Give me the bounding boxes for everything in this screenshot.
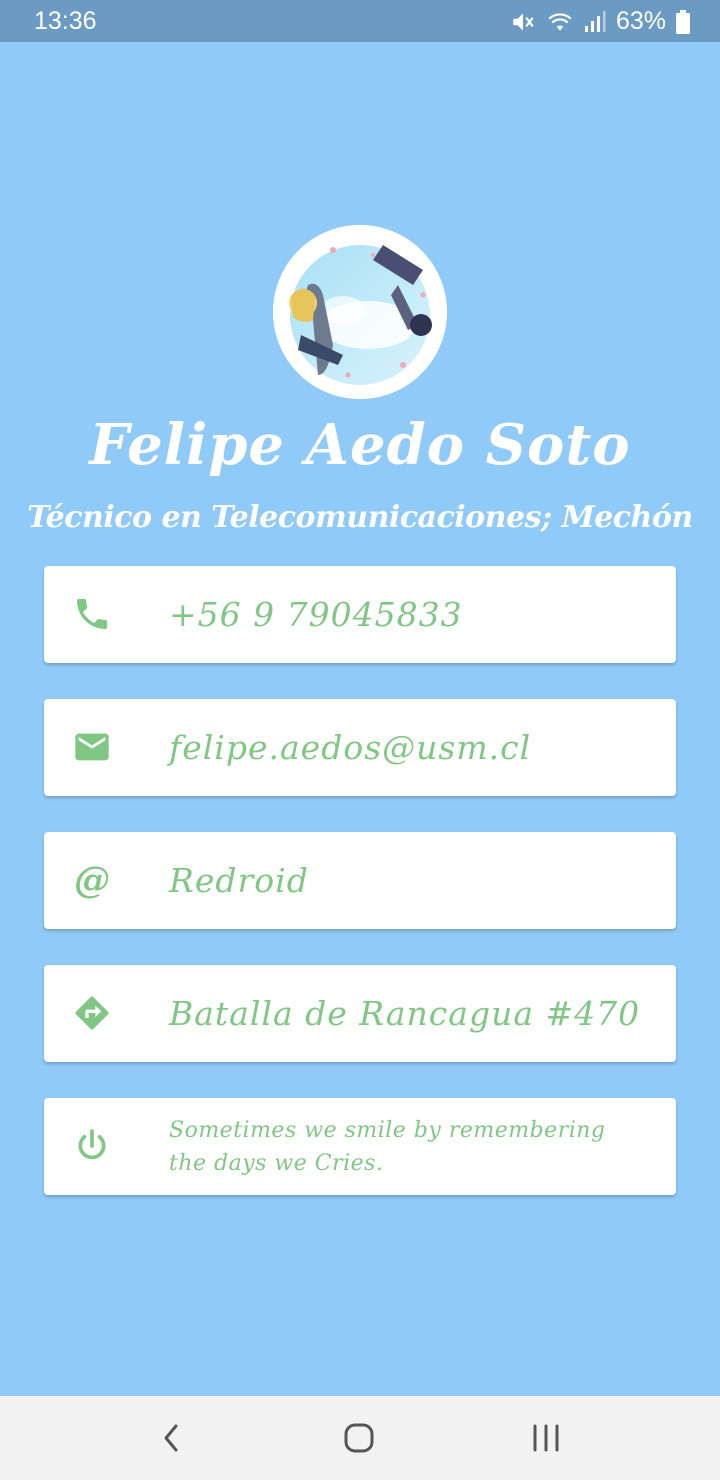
mute-icon xyxy=(510,9,536,35)
contact-quote-text: Sometimes we smile by remembering the da… xyxy=(169,1118,606,1176)
contact-card-phone[interactable]: +56 9 79045833 xyxy=(44,566,676,663)
profile-title: Técnico en Telecomunicaciones; Mechón xyxy=(27,500,693,535)
contact-phone-text: +56 9 79045833 xyxy=(169,595,463,634)
contact-card-quote[interactable]: Sometimes we smile by remembering the da… xyxy=(44,1098,676,1195)
status-time: 13:36 xyxy=(34,7,97,35)
at-icon: @ xyxy=(74,859,110,901)
directions-icon xyxy=(72,993,112,1033)
profile-screen: Felipe Aedo Soto Técnico en Telecomunica… xyxy=(0,42,720,1396)
status-icons: 63% xyxy=(510,7,690,36)
wifi-icon xyxy=(546,9,574,35)
battery-percent: 63% xyxy=(615,7,666,35)
avatar xyxy=(273,225,447,399)
contact-card-handle[interactable]: @ Redroid xyxy=(44,832,676,929)
mail-icon xyxy=(72,727,112,767)
phone-icon xyxy=(72,594,112,634)
avatar-illustration xyxy=(273,225,447,399)
contact-email-text: felipe.aedos@usm.cl xyxy=(169,728,532,767)
signal-icon xyxy=(584,10,606,34)
contact-card-email[interactable]: felipe.aedos@usm.cl xyxy=(44,699,676,796)
recents-icon[interactable] xyxy=(526,1418,566,1458)
contact-card-address[interactable]: Batalla de Rancagua #470 xyxy=(44,965,676,1062)
contact-handle-text: Redroid xyxy=(169,861,309,900)
back-icon[interactable] xyxy=(152,1418,192,1458)
battery-icon xyxy=(676,9,690,34)
navigation-bar xyxy=(0,1396,720,1480)
power-icon xyxy=(72,1126,112,1166)
status-bar: 13:36 63% xyxy=(0,0,720,42)
contact-address-text: Batalla de Rancagua #470 xyxy=(169,994,641,1033)
home-icon[interactable] xyxy=(339,1418,379,1458)
profile-name: Felipe Aedo Soto xyxy=(89,412,631,478)
